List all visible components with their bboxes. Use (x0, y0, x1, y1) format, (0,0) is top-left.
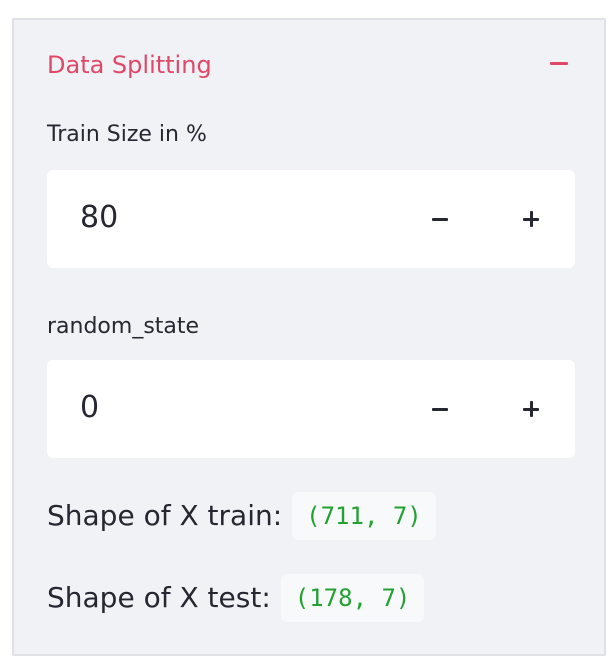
test-shape-value: (178, 7) (280, 574, 425, 622)
train-shape-row: Shape of X train: (711, 7) (47, 492, 436, 540)
random-state-label: random_state (47, 314, 200, 339)
test-shape-row: Shape of X test: (178, 7) (47, 574, 425, 622)
plus-icon (523, 211, 539, 227)
random-state-input[interactable] (80, 386, 380, 430)
minus-icon (432, 407, 448, 411)
train-shape-value: (711, 7) (292, 492, 436, 540)
minus-icon (432, 217, 448, 221)
train-shape-label: Shape of X train: (47, 499, 283, 532)
expander-header[interactable]: Data Splitting (14, 20, 604, 110)
random-state-number-input (47, 360, 575, 458)
random-state-decrement-button[interactable] (415, 384, 465, 434)
train-size-input[interactable] (80, 196, 380, 240)
collapse-minus-icon[interactable] (550, 62, 568, 65)
test-shape-label: Shape of X test: (47, 581, 271, 614)
train-size-increment-button[interactable] (506, 194, 556, 244)
train-size-label: Train Size in % (47, 122, 207, 147)
data-splitting-expander: Data Splitting Train Size in % random_st… (12, 18, 606, 656)
train-size-number-input (47, 170, 575, 268)
train-size-decrement-button[interactable] (415, 194, 465, 244)
expander-title: Data Splitting (47, 51, 212, 79)
plus-icon (523, 401, 539, 417)
random-state-increment-button[interactable] (506, 384, 556, 434)
